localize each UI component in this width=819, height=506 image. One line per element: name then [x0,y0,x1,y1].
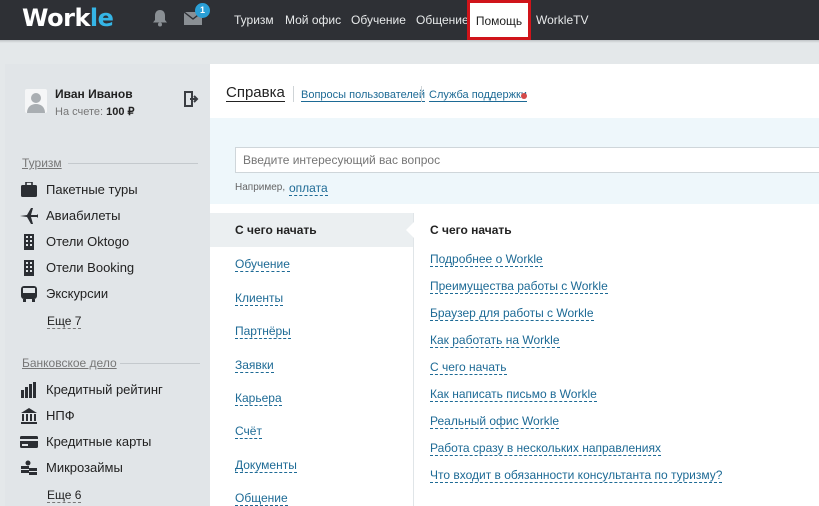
nav-communication[interactable]: Общение [416,0,469,40]
airplane-icon [20,208,38,224]
active-pointer [406,221,415,239]
example-link[interactable]: оплата [289,181,328,196]
suitcase-icon [21,182,37,197]
question-link[interactable]: С чего начать [430,360,507,375]
category-item[interactable]: Обучение [235,257,290,272]
divider [293,86,294,102]
sidebar-item-credit-cards[interactable]: Кредитные карты [20,432,200,452]
sidebar-item-label: Авиабилеты [46,208,121,223]
notification-dot [521,93,527,99]
hotel-building-icon [24,234,34,250]
category-item[interactable]: Общение [235,491,288,506]
hotel-building-icon [24,260,34,276]
bank-icon [21,408,37,424]
divider [421,86,422,102]
search-input[interactable] [235,147,819,173]
questions-heading: С чего начать [430,223,512,237]
workle-logo[interactable]: Workle [22,4,114,32]
nav-tourism[interactable]: Туризм [234,0,274,40]
nav-help-label: Помощь [475,14,523,28]
sidebar-item-label: НПФ [46,408,75,423]
category-item[interactable]: Документы [235,458,297,473]
sidebar-item-label: Кредитный рейтинг [46,382,163,397]
question-link[interactable]: Работа сразу в нескольких направлениях [430,441,661,456]
sidebar-item-label: Пакетные туры [46,182,138,197]
avatar[interactable] [23,89,49,113]
logo-accent-text: le [89,4,114,32]
question-link[interactable]: Преимущества работы с Workle [430,279,608,294]
section-title-banking[interactable]: Банковское дело [22,356,117,370]
sidebar-item-air-tickets[interactable]: Авиабилеты [20,206,200,226]
top-navigation-bar [0,0,819,40]
category-item[interactable]: Клиенты [235,291,284,306]
logout-icon[interactable] [184,91,199,112]
coins-icon [21,460,37,475]
sidebar-item-package-tours[interactable]: Пакетные туры [20,180,200,200]
balance-value: 100 ₽ [106,106,135,118]
bar-chart-icon [21,382,36,398]
sidebar-item-label: Отели Oktogo [46,234,130,249]
sidebar-item-label: Экскурсии [46,286,109,301]
question-link[interactable]: Подробнее о Workle [430,252,543,267]
sidebar-item-credit-rating[interactable]: Кредитный рейтинг [20,380,200,400]
section-title-tourism[interactable]: Туризм [22,156,62,170]
sidebar-item-label: Отели Booking [46,260,135,275]
sidebar-item-npf[interactable]: НПФ [20,406,200,426]
bell-icon[interactable] [152,9,168,32]
sidebar-item-label: Микрозаймы [46,460,123,475]
user-name[interactable]: Иван Иванов [55,87,133,101]
category-item[interactable]: Карьера [235,391,282,406]
sidebar-item-hotels-oktogo[interactable]: Отели Oktogo [20,232,200,252]
question-link[interactable]: Что входит в обязанности консультанта по… [430,468,723,483]
user-questions-link[interactable]: Вопросы пользователей [301,89,426,102]
balance-label: На счете: [55,106,104,118]
sidebar-item-hotels-booking[interactable]: Отели Booking [20,258,200,278]
category-label-active: С чего начать [235,223,317,237]
category-item[interactable]: Заявки [235,358,274,373]
question-link[interactable]: Браузер для работы с Workle [430,306,594,321]
question-link[interactable]: Реальный офис Workle [430,414,560,429]
question-link[interactable]: Как работать на Workle [430,333,560,348]
credit-card-icon [20,436,38,448]
bus-icon [21,286,37,302]
user-balance: На счете: 100 ₽ [55,105,135,118]
support-link[interactable]: Служба поддержки [429,89,527,102]
question-link[interactable]: Как написать письмо в Workle [430,387,597,402]
page-title[interactable]: Справка [226,84,285,102]
divider [68,163,198,164]
divider [413,213,414,506]
nav-help[interactable]: Помощь [467,0,531,40]
category-item[interactable]: Партнёры [235,324,291,339]
nav-education[interactable]: Обучение [351,0,406,40]
sidebar-item-label: Кредитные карты [46,434,152,449]
logo-text: Work [22,4,90,32]
sidebar-item-excursions[interactable]: Экскурсии [20,284,200,304]
example-label: Например, [235,182,286,193]
topbar-shadow [0,40,819,43]
mail-count-badge: 1 [195,3,210,18]
sidebar-item-microloans[interactable]: Микрозаймы [20,458,200,478]
banking-more-link[interactable]: Еще 6 [47,488,82,503]
divider [120,363,200,364]
nav-workle-tv[interactable]: WorkleTV [536,0,588,40]
category-item[interactable]: Счёт [235,424,262,439]
tourism-more-link[interactable]: Еще 7 [47,314,82,329]
nav-my-office[interactable]: Мой офис [285,0,341,40]
